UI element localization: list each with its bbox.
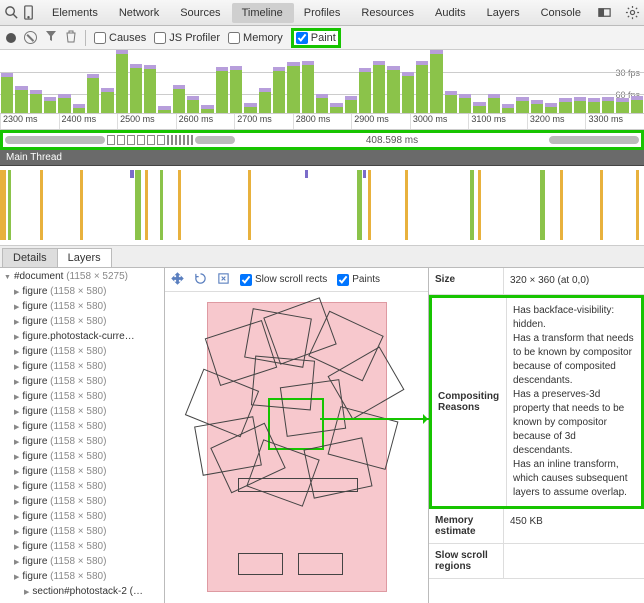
- overview-time-label: 408.598 ms: [237, 135, 547, 146]
- tree-row[interactable]: figure (1158 × 580): [0, 420, 164, 435]
- annotation-arrow: [320, 418, 432, 420]
- layer-canvas-panel: Slow scroll rects Paints: [165, 268, 429, 603]
- rotate-icon[interactable]: [194, 272, 207, 288]
- search-icon[interactable]: [4, 2, 19, 24]
- detail-subtabs: DetailsLayers: [0, 246, 644, 268]
- main-thread-header[interactable]: Main Thread: [0, 150, 644, 166]
- subtab-details[interactable]: Details: [2, 248, 58, 267]
- tree-row[interactable]: figure (1158 × 580): [0, 480, 164, 495]
- panel-tab-elements[interactable]: Elements: [42, 3, 109, 23]
- tree-row[interactable]: figure (1158 × 580): [0, 555, 164, 570]
- tree-row[interactable]: figure (1158 × 580): [0, 300, 164, 315]
- tree-row[interactable]: figure (1158 × 580): [0, 360, 164, 375]
- tree-row[interactable]: figure (1158 × 580): [0, 315, 164, 330]
- overview-frames[interactable]: [107, 135, 193, 145]
- tree-row[interactable]: section#photostack-2 (…: [0, 585, 164, 600]
- paint-checkbox[interactable]: Paint: [296, 32, 336, 44]
- filter-icon[interactable]: [45, 30, 57, 45]
- pan-icon[interactable]: [171, 272, 184, 288]
- reset-icon[interactable]: [217, 272, 230, 288]
- panel-tabs: ElementsNetworkSourcesTimelineProfilesRe…: [42, 3, 592, 23]
- tree-row[interactable]: figure (1158 × 580): [0, 450, 164, 465]
- prop-row-compositing-highlight: Compositing Reasons Has backface-visibil…: [429, 295, 644, 509]
- panel-tab-console[interactable]: Console: [531, 3, 592, 23]
- layer-outline[interactable]: [298, 553, 343, 575]
- panel-tab-sources[interactable]: Sources: [170, 3, 231, 23]
- prop-row-memory: Memory estimate450 KB: [429, 509, 644, 544]
- causes-checkbox[interactable]: Causes: [94, 32, 146, 44]
- devtools-main-toolbar: ElementsNetworkSourcesTimelineProfilesRe…: [0, 0, 644, 26]
- timeline-option-bar: Causes JS Profiler Memory Paint: [0, 26, 644, 50]
- layer-outline[interactable]: [279, 379, 345, 437]
- tree-row[interactable]: figure (1158 × 580): [0, 345, 164, 360]
- prop-row-slowscroll: Slow scroll regions: [429, 544, 644, 579]
- layer-canvas[interactable]: [165, 292, 428, 603]
- prop-row-size: Size320 × 360 (at 0,0): [429, 268, 644, 295]
- panel-tab-timeline[interactable]: Timeline: [232, 3, 294, 23]
- layer-tree[interactable]: #document (1158 × 5275)figure (1158 × 58…: [0, 268, 165, 603]
- tree-row[interactable]: figure (1158 × 580): [0, 435, 164, 450]
- record-icon[interactable]: [6, 33, 16, 43]
- tree-row[interactable]: figure (1158 × 580): [0, 390, 164, 405]
- tree-row[interactable]: figure (1158 × 580): [0, 570, 164, 585]
- tree-row[interactable]: figure (1158 × 580): [0, 540, 164, 555]
- overview-strip-highlight: 408.598 ms: [0, 130, 644, 150]
- subtab-layers[interactable]: Layers: [57, 248, 112, 267]
- tree-row[interactable]: figure (1158 × 580): [0, 405, 164, 420]
- clear-icon[interactable]: [24, 31, 37, 44]
- separator: [85, 30, 86, 46]
- panel-tab-network[interactable]: Network: [109, 3, 170, 23]
- layer-outline[interactable]: [238, 553, 283, 575]
- jsprofiler-checkbox[interactable]: JS Profiler: [154, 32, 220, 44]
- tree-row[interactable]: #document (1158 × 5275): [0, 270, 164, 285]
- overview-segment[interactable]: [195, 136, 235, 144]
- tree-row[interactable]: figure (1158 × 580): [0, 465, 164, 480]
- flame-chart[interactable]: [0, 166, 644, 246]
- device-icon[interactable]: [21, 2, 36, 24]
- tree-row[interactable]: figure (1158 × 580): [0, 525, 164, 540]
- overview-selection[interactable]: [157, 135, 165, 145]
- tree-row[interactable]: figure (1158 × 580): [0, 495, 164, 510]
- trash-icon[interactable]: [65, 30, 77, 46]
- canvas-toolbar: Slow scroll rects Paints: [165, 268, 428, 292]
- gear-icon[interactable]: [622, 2, 644, 24]
- paint-checkbox-highlight: Paint: [291, 28, 341, 48]
- time-ruler[interactable]: 2300 ms2400 ms2500 ms2600 ms2700 ms2800 …: [0, 114, 644, 130]
- panel-tab-layers[interactable]: Layers: [477, 3, 531, 23]
- panel-tab-resources[interactable]: Resources: [351, 3, 425, 23]
- tree-row[interactable]: figure (1158 × 580): [0, 510, 164, 525]
- paints2-checkbox[interactable]: Paints: [337, 274, 380, 286]
- panel-tab-profiles[interactable]: Profiles: [294, 3, 352, 23]
- tree-row[interactable]: figure (1158 × 580): [0, 375, 164, 390]
- overview-segment[interactable]: [549, 136, 639, 144]
- tree-row[interactable]: figure.photostack-curre…: [0, 330, 164, 345]
- drawer-icon[interactable]: [594, 2, 616, 24]
- tree-row[interactable]: figure (1158 × 580): [0, 285, 164, 300]
- layer-properties: Size320 × 360 (at 0,0) Compositing Reaso…: [429, 268, 644, 603]
- fps-chart[interactable]: 30 fps 60 fps: [0, 50, 644, 114]
- slowscroll-checkbox[interactable]: Slow scroll rects: [240, 274, 327, 286]
- panel-tab-audits[interactable]: Audits: [425, 3, 477, 23]
- overview-segment[interactable]: [5, 136, 105, 144]
- memory-checkbox[interactable]: Memory: [228, 32, 283, 44]
